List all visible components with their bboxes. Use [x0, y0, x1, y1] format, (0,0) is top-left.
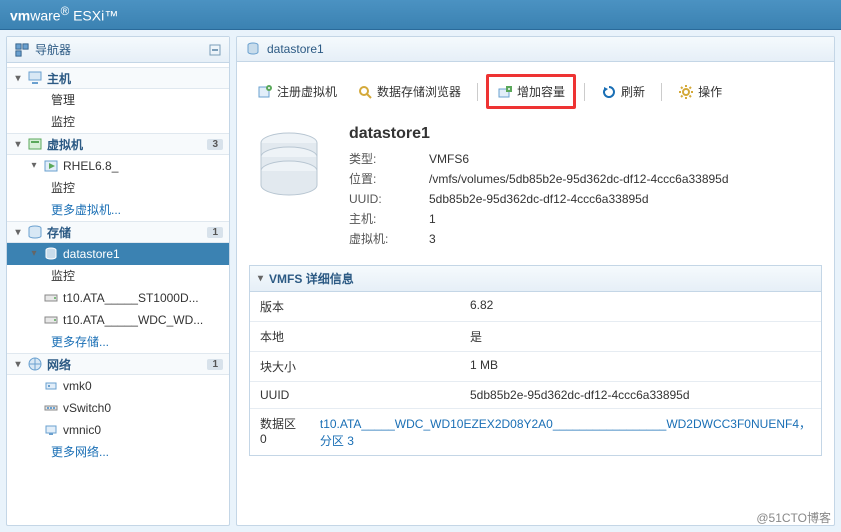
disk-icon	[43, 312, 59, 328]
refresh-icon	[601, 84, 617, 100]
row-local: 本地是	[250, 322, 821, 352]
datastore-name: datastore1	[349, 125, 729, 143]
separator	[584, 83, 585, 101]
datastore-large-icon	[249, 125, 329, 205]
summary-location: /vmfs/volumes/5db85b2e-95d362dc-df12-4cc…	[429, 169, 729, 189]
tree-disk-st1000[interactable]: t10.ATA_____ST1000D...	[7, 287, 229, 309]
increase-icon	[497, 84, 513, 100]
chevron-down-icon: ▾	[13, 73, 23, 83]
tree-vm-rhel[interactable]: ▾ RHEL6.8_	[7, 155, 229, 177]
vmfs-details-title[interactable]: ▾ VMFS 详细信息	[250, 266, 821, 292]
network-icon	[27, 356, 43, 372]
register-vm-icon	[257, 84, 273, 100]
tree-network-category[interactable]: ▾ 网络 1	[7, 353, 229, 375]
tree-vm-rhel-monitor[interactable]: 监控	[7, 177, 229, 199]
datastore-icon	[43, 246, 59, 262]
toolbar: 注册虚拟机 数据存储浏览器 增加容量 刷新 操作	[237, 62, 834, 115]
storage-count-badge: 1	[207, 227, 223, 238]
storage-icon	[27, 224, 43, 240]
summary-kv: datastore1 类型:VMFS6 位置:/vmfs/volumes/5db…	[349, 125, 729, 249]
navigator-title: 导航器	[7, 37, 229, 63]
summary-uuid: 5db85b2e-95d362dc-df12-4ccc6a33895d	[429, 189, 649, 209]
disk-icon	[43, 290, 59, 306]
tree-datastore1-monitor[interactable]: 监控	[7, 265, 229, 287]
network-count-badge: 1	[207, 359, 223, 370]
row-version: 版本6.82	[250, 292, 821, 322]
tree-storage-category[interactable]: ▾ 存储 1	[7, 221, 229, 243]
tree-host-manage[interactable]: 管理	[7, 89, 229, 111]
register-vm-button[interactable]: 注册虚拟机	[249, 79, 345, 104]
nic-icon	[43, 422, 59, 438]
tree-vm-category[interactable]: ▾ 虚拟机 3	[7, 133, 229, 155]
vmfs-details-panel: ▾ VMFS 详细信息 版本6.82 本地是 块大小1 MB UUID5db85…	[249, 265, 822, 456]
collapse-icon[interactable]	[209, 44, 221, 56]
content-title-bar: datastore1	[237, 37, 834, 62]
summary-vms: 3	[429, 229, 436, 249]
tree-storage-more[interactable]: 更多存储...	[7, 331, 229, 353]
host-icon	[27, 70, 43, 86]
navigator-tree: ▾ 主机 管理 监控 ▾ 虚拟机 3 ▾ RHEL6.8_ 监控 更多虚拟机..…	[7, 63, 229, 525]
row-extent: 数据区 0t10.ATA_____WDC_WD10EZEX2D08Y2A0___…	[250, 409, 821, 455]
vm-count-badge: 3	[207, 139, 223, 150]
row-block: 块大小1 MB	[250, 352, 821, 382]
datastore-icon	[245, 41, 261, 57]
watermark: @51CTO博客	[756, 509, 831, 526]
brand: vmware® ESXi™	[10, 5, 118, 24]
tree-host-monitor[interactable]: 监控	[7, 111, 229, 133]
navigator-panel: 导航器 ▾ 主机 管理 监控 ▾ 虚拟机 3 ▾	[6, 36, 230, 526]
vswitch-icon	[43, 400, 59, 416]
navigator-title-text: 导航器	[35, 41, 71, 58]
vm-icon	[27, 136, 43, 152]
content-panel: datastore1 注册虚拟机 数据存储浏览器 增加容量 刷新	[236, 36, 835, 526]
separator	[477, 83, 478, 101]
row-uuid: UUID5db85b2e-95d362dc-df12-4ccc6a33895d	[250, 382, 821, 409]
top-bar: vmware® ESXi™	[0, 0, 841, 30]
tree-vm-more[interactable]: 更多虚拟机...	[7, 199, 229, 221]
refresh-button[interactable]: 刷新	[593, 79, 653, 104]
navigator-icon	[15, 43, 29, 57]
chevron-down-icon: ▾	[13, 227, 23, 237]
tree-network-more[interactable]: 更多网络...	[7, 441, 229, 463]
tree-datastore1[interactable]: ▾ datastore1	[7, 243, 229, 265]
actions-button[interactable]: 操作	[670, 79, 730, 104]
tree-host[interactable]: ▾ 主机	[7, 67, 229, 89]
extent-link[interactable]: t10.ATA_____WDC_WD10EZEX2D08Y2A0________…	[310, 409, 821, 455]
chevron-down-icon: ▾	[13, 139, 23, 149]
browser-icon	[357, 84, 373, 100]
vm-item-icon	[43, 158, 59, 174]
content-title-text: datastore1	[267, 42, 324, 56]
chevron-down-icon: ▾	[13, 359, 23, 369]
chevron-down-icon: ▾	[29, 161, 39, 171]
navigator-title-actions	[209, 44, 221, 56]
increase-capacity-button[interactable]: 增加容量	[486, 74, 576, 109]
summary-section: datastore1 类型:VMFS6 位置:/vmfs/volumes/5db…	[237, 115, 834, 265]
summary-type: VMFS6	[429, 149, 469, 169]
tree-vswitch0[interactable]: vSwitch0	[7, 397, 229, 419]
tree-disk-wdc[interactable]: t10.ATA_____WDC_WD...	[7, 309, 229, 331]
tree-vmnic0[interactable]: vmnic0	[7, 419, 229, 441]
chevron-down-icon: ▾	[258, 273, 263, 284]
separator	[661, 83, 662, 101]
summary-hosts: 1	[429, 209, 436, 229]
gear-icon	[678, 84, 694, 100]
tree-vmk0[interactable]: vmk0	[7, 375, 229, 397]
chevron-down-icon: ▾	[29, 249, 39, 259]
vmkernel-icon	[43, 378, 59, 394]
datastore-browser-button[interactable]: 数据存储浏览器	[349, 79, 469, 104]
